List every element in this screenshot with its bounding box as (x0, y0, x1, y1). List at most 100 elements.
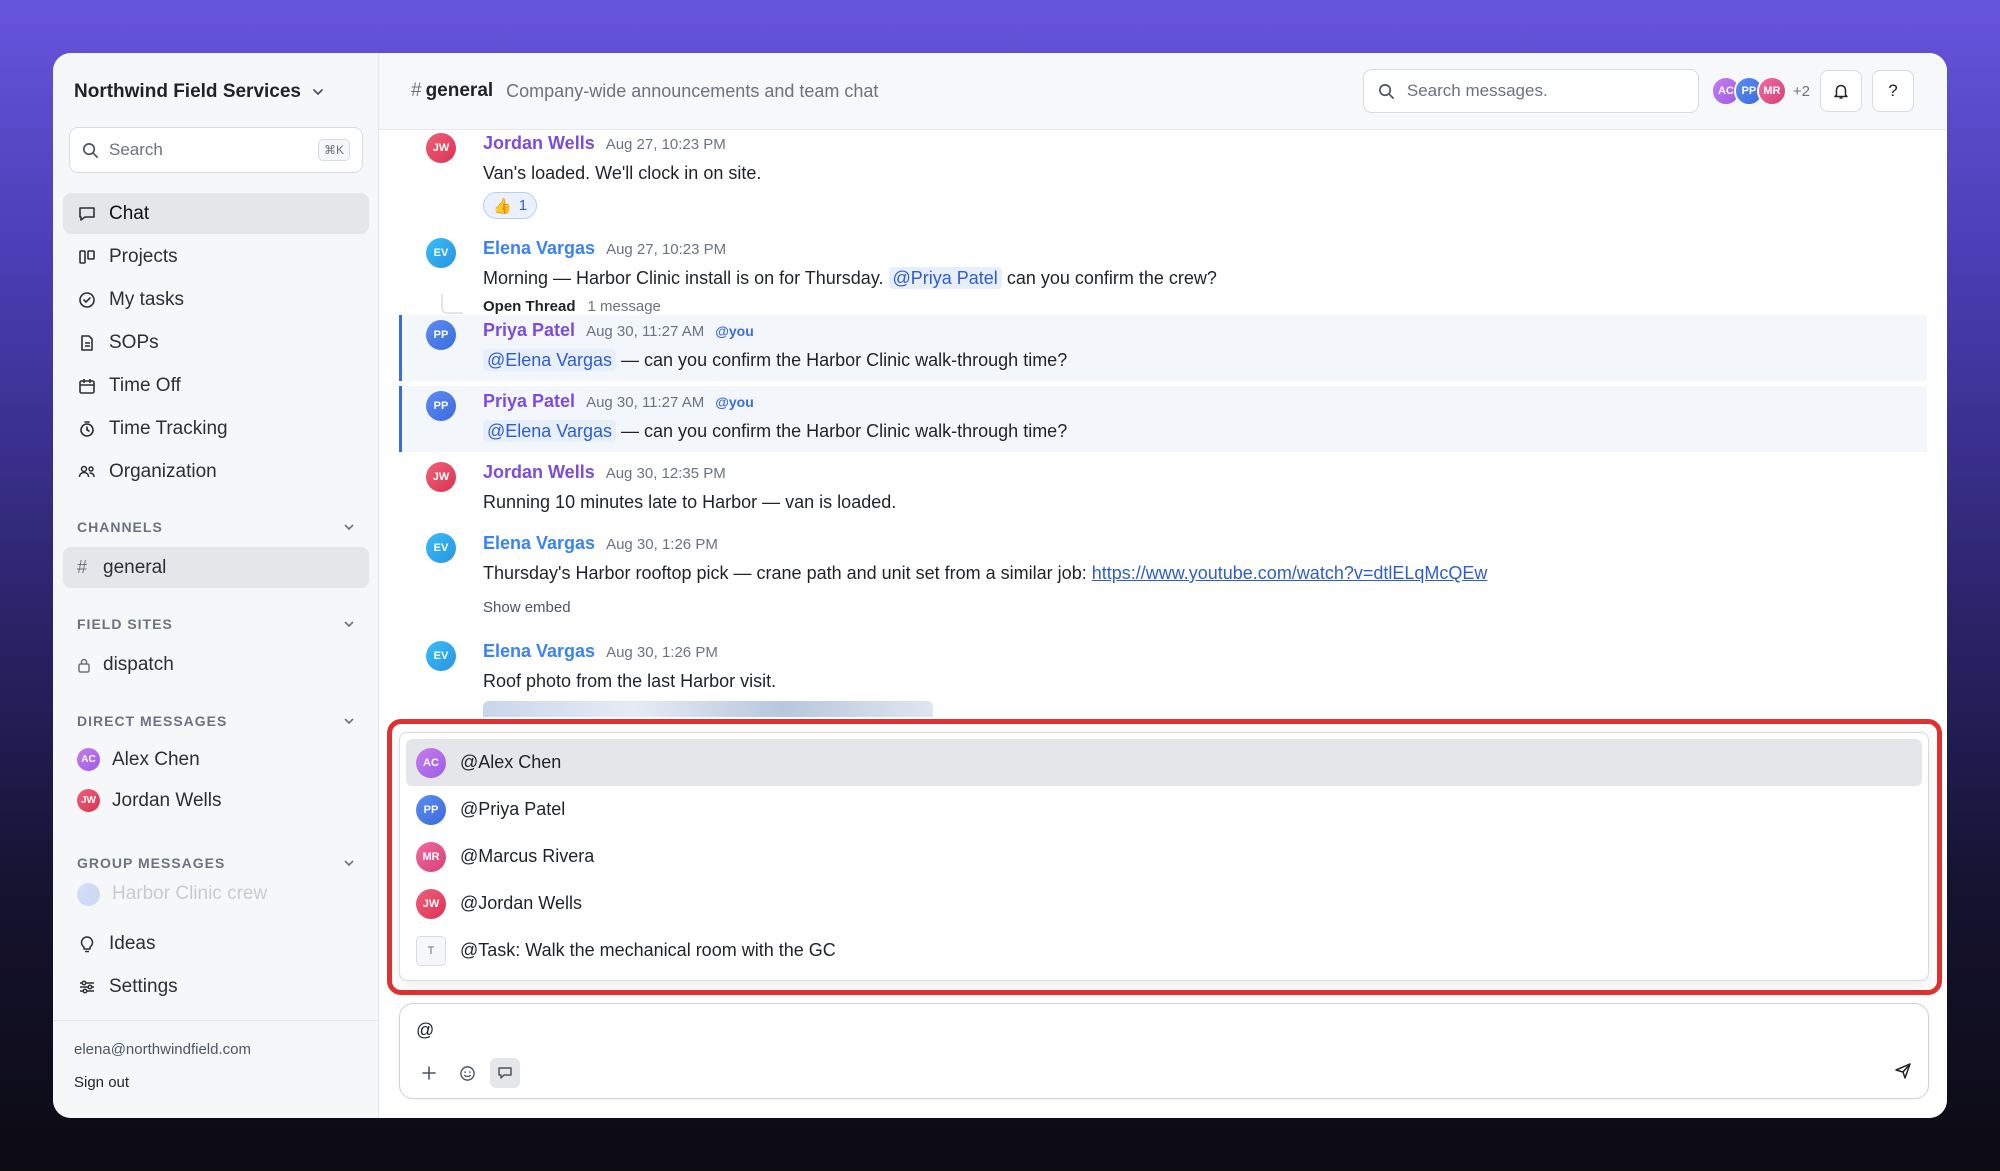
thread-link[interactable]: Open Thread 1 message (483, 298, 1927, 315)
nav-item-sops[interactable]: SOPs (63, 322, 369, 363)
message-search[interactable]: Search messages. (1362, 69, 1699, 113)
notifications-button[interactable] (1820, 70, 1862, 112)
mention-option-label: @Priya Patel (460, 799, 566, 819)
avatar: MR (416, 841, 446, 872)
you-tag: @you (715, 394, 754, 410)
channel-item-dispatch[interactable]: dispatch (63, 644, 369, 685)
settings-icon (80, 979, 94, 994)
message-text: Van's loaded. We'll clock in on site. (483, 163, 762, 183)
dm-label: Alex Chen (112, 748, 200, 770)
member-avatars[interactable]: AC PP MR +2 (1710, 76, 1810, 106)
dm-item-jordan-wells[interactable]: JW Jordan Wells (63, 780, 369, 821)
nav-item-label: Settings (109, 975, 178, 997)
field-sites-header[interactable]: FIELD SITES (63, 608, 369, 640)
thread-count: 1 message (587, 298, 661, 315)
search-icon (1378, 83, 1394, 99)
bottom-nav: Ideas Settings (63, 923, 369, 1009)
mention-popup: AC @Alex Chen PP @Priya Patel MR @Marcus… (399, 732, 1929, 981)
avatar: JW (416, 888, 446, 919)
message-author[interactable]: Priya Patel (483, 320, 575, 341)
workspace-switcher[interactable]: Northwind Field Services (74, 81, 325, 103)
lightbulb-icon (80, 935, 94, 952)
message-time: Aug 30, 1:26 PM (606, 644, 718, 661)
nav-item-label: Time Tracking (109, 417, 228, 439)
nav-item-time-off[interactable]: Time Off (63, 365, 369, 406)
thread-connector (441, 294, 463, 314)
main-panel: # general Company-wide announcements and … (379, 53, 1947, 1118)
mention-chip[interactable]: @Priya Patel (888, 267, 1002, 289)
nav-item-label: Projects (109, 245, 178, 267)
mention-option-label: @Jordan Wells (460, 893, 582, 913)
user-email: elena@northwindfield.com (74, 1041, 251, 1058)
message-author[interactable]: Jordan Wells (483, 133, 595, 154)
message-author[interactable]: Priya Patel (483, 391, 575, 412)
message-item-mentioned: PP Priya Patel Aug 30, 11:27 AM @you @Elen… (399, 315, 1927, 381)
message-text: Morning — Harbor Clinic install is on fo… (483, 266, 1927, 290)
mention-button[interactable] (490, 1058, 520, 1088)
avatar: EV (426, 238, 456, 268)
smiley-icon (459, 1065, 475, 1081)
channel-item-general[interactable]: # general (63, 547, 369, 588)
main-nav: Chat Projects My tasks SOPs Time Off Tim… (63, 193, 369, 494)
youtube-link[interactable]: https://www.youtube.com/watch?v=dtlELqMc… (1092, 563, 1488, 583)
avatar: EV (426, 533, 456, 563)
message-item: EV Elena Vargas Aug 30, 1:26 PM Roof phot… (399, 641, 1927, 721)
mention-option-priya-patel[interactable]: PP @Priya Patel (406, 786, 1922, 833)
group-item-harbor-clinic[interactable]: Harbor Clinic crew (63, 883, 369, 909)
message-author[interactable]: Jordan Wells (483, 462, 595, 483)
nav-item-projects[interactable]: Projects (63, 236, 369, 277)
sign-out-link[interactable]: Sign out (74, 1074, 358, 1091)
channel-label: general (103, 556, 167, 578)
reaction-chip[interactable]: 👍 1 (483, 192, 538, 219)
nav-item-label: My tasks (109, 288, 184, 310)
mention-option-label: @Alex Chen (460, 752, 562, 772)
message-author[interactable]: Elena Vargas (483, 641, 595, 662)
message-author[interactable]: Elena Vargas (483, 533, 595, 554)
mention-option-marcus-rivera[interactable]: MR @Marcus Rivera (406, 833, 1922, 880)
message-text: @Elena Vargas — can you confirm the Harb… (483, 419, 1927, 443)
sidebar-search[interactable]: Search ⌘K (69, 127, 363, 173)
message-author[interactable]: Elena Vargas (483, 238, 595, 259)
avatar: PP (416, 794, 446, 825)
send-button[interactable] (1894, 1061, 1912, 1084)
show-embed-toggle[interactable]: Show embed (483, 599, 1927, 616)
message-composer[interactable]: @ (399, 1003, 1929, 1099)
composer-input[interactable]: @ (416, 1020, 434, 1041)
mention-option-task[interactable]: T @Task: Walk the mechanical room with t… (406, 927, 1922, 974)
avatar: EV (426, 641, 456, 671)
avatar: MR (1756, 76, 1787, 106)
open-thread-label: Open Thread (483, 298, 576, 315)
bell-icon (1834, 84, 1848, 99)
image-attachment-preview[interactable] (483, 701, 933, 717)
help-button[interactable]: ? (1872, 70, 1914, 112)
mention-option-alex-chen[interactable]: AC @Alex Chen (406, 739, 1922, 786)
group-messages-header[interactable]: GROUP MESSAGES (63, 847, 369, 879)
nav-item-ideas[interactable]: Ideas (63, 923, 369, 964)
nav-item-organization[interactable]: Organization (63, 451, 369, 492)
nav-item-time-tracking[interactable]: Time Tracking (63, 408, 369, 449)
text-segment: Morning — Harbor Clinic install is on fo… (483, 268, 884, 288)
channels-header[interactable]: CHANNELS (63, 511, 369, 543)
add-attachment-button[interactable] (414, 1058, 444, 1088)
mention-chip[interactable]: @Elena Vargas (483, 420, 617, 442)
nav-item-chat[interactable]: Chat (63, 193, 369, 234)
comment-icon (498, 1067, 512, 1079)
emoji-button[interactable] (452, 1058, 482, 1088)
workspace-name: Northwind Field Services (74, 81, 301, 102)
dm-item-alex-chen[interactable]: AC Alex Chen (63, 739, 369, 780)
send-icon (1895, 1063, 1911, 1079)
section-title: FIELD SITES (77, 616, 173, 632)
message-item: EV Elena Vargas Aug 30, 1:26 PM Thursday'… (399, 533, 1927, 623)
nav-item-my-tasks[interactable]: My tasks (63, 279, 369, 320)
section-title: CHANNELS (77, 519, 163, 535)
dm-label: Jordan Wells (112, 789, 222, 811)
chat-icon (79, 206, 95, 221)
nav-item-settings[interactable]: Settings (63, 966, 369, 1007)
mention-option-jordan-wells[interactable]: JW @Jordan Wells (406, 880, 1922, 927)
direct-messages-header[interactable]: DIRECT MESSAGES (63, 705, 369, 737)
people-icon (78, 465, 95, 477)
message-search-placeholder: Search messages. (1406, 81, 1548, 100)
mention-chip[interactable]: @Elena Vargas (483, 349, 617, 371)
hash-icon: # (411, 80, 422, 101)
mention-option-label: @Marcus Rivera (460, 846, 595, 866)
